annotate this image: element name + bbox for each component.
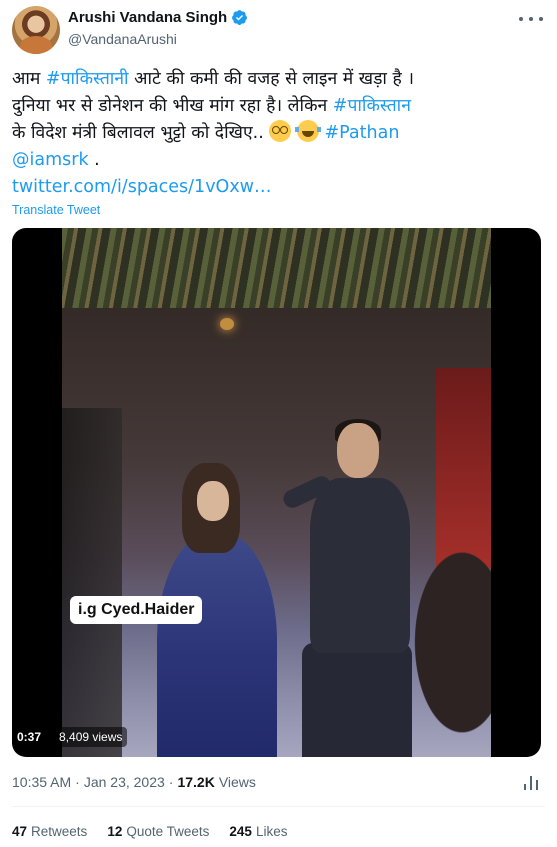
hashtag-pakistani[interactable]: #पाकिस्तानी — [46, 69, 129, 89]
tweet-meta: 10:35 AM · Jan 23, 2023 · 17.2K Views — [12, 774, 256, 790]
hashtag-pathan[interactable]: #Pathan — [324, 123, 399, 143]
quote-tweets-count-link[interactable]: 12 Quote Tweets — [107, 824, 209, 839]
video-views: 8,409 views — [54, 727, 128, 747]
retweets-label: Retweets — [31, 824, 88, 839]
tweet-line-2: दुनिया भर से डोनेशन की भीख मांग रहा है। … — [12, 93, 547, 120]
translate-tweet-link[interactable]: Translate Tweet — [12, 203, 100, 217]
quote-tweets-label: Quote Tweets — [126, 824, 210, 839]
tweet-line-1: आम #पाकिस्तानी आटे की कमी की वजह से लाइन… — [12, 66, 547, 93]
tweet-text-segment: आटे की कमी की वजह से लाइन में खड़ा है । — [128, 69, 415, 89]
meta-separator: · — [75, 774, 80, 790]
author-name-row: Arushi Vandana Singh — [68, 9, 248, 26]
video-watermark: i.g Cyed.Haider — [70, 596, 203, 624]
tears-of-joy-emoji — [294, 120, 321, 142]
meta-separator: · — [168, 774, 174, 790]
spaces-link[interactable]: twitter.com/i/spaces/1vOxw… — [12, 177, 272, 197]
dizzy-face-emoji — [269, 120, 292, 142]
video-duration: 0:37 — [12, 727, 47, 747]
hashtag-pakistan[interactable]: #पाकिस्तान — [333, 96, 411, 116]
likes-count: 245 — [229, 824, 252, 839]
tweet-text-segment: आम — [12, 69, 46, 89]
video-player[interactable]: i.g Cyed.Haider — [12, 228, 541, 757]
tweet-line-4: @iamsrk . — [12, 147, 547, 174]
views-count: 17.2K — [177, 774, 215, 790]
views-label: Views — [218, 774, 256, 790]
more-icon[interactable] — [519, 12, 543, 26]
tweet-text-segment: . — [88, 150, 100, 170]
tweet-time[interactable]: 10:35 AM — [12, 774, 71, 790]
tweet-text-segment: के विदेश मंत्री बिलावल भुट्टो को देखिए.. — [12, 123, 270, 143]
tweet-line-5: twitter.com/i/spaces/1vOxw… — [12, 174, 547, 201]
author-handle[interactable]: @VandanaArushi — [68, 31, 177, 47]
retweets-count: 47 — [12, 824, 28, 839]
video-lamp — [220, 318, 234, 330]
analytics-icon[interactable] — [523, 775, 539, 791]
mention-iamsrk[interactable]: @iamsrk — [12, 150, 89, 170]
video-overlay: 0:37 8,409 views — [12, 727, 128, 747]
video-frame[interactable] — [62, 228, 491, 757]
tweet-line-3: के विदेश मंत्री बिलावल भुट्टो को देखिए..… — [12, 120, 547, 147]
video-foreground-blur-right — [402, 528, 491, 757]
video-dancer-man — [280, 419, 422, 757]
quote-tweets-count: 12 — [107, 824, 123, 839]
likes-label: Likes — [255, 824, 288, 839]
video-foliage — [62, 228, 491, 308]
author-display-name[interactable]: Arushi Vandana Singh — [68, 9, 227, 26]
tweet-text: आम #पाकिस्तानी आटे की कमी की वजह से लाइन… — [12, 66, 547, 201]
tweet-date[interactable]: Jan 23, 2023 — [84, 774, 165, 790]
divider — [12, 806, 545, 807]
tweet-text-segment: दुनिया भर से डोनेशन की भीख मांग रहा है। … — [12, 96, 333, 116]
likes-count-link[interactable]: 245 Likes — [229, 824, 287, 839]
video-foreground-blur-left — [62, 408, 122, 757]
engagement-counts: 47 Retweets 12 Quote Tweets 245 Likes — [12, 824, 287, 839]
avatar[interactable] — [12, 6, 60, 54]
verified-badge-icon — [232, 10, 248, 25]
tweet-header: Arushi Vandana Singh @VandanaArushi — [0, 0, 557, 60]
retweets-count-link[interactable]: 47 Retweets — [12, 824, 87, 839]
